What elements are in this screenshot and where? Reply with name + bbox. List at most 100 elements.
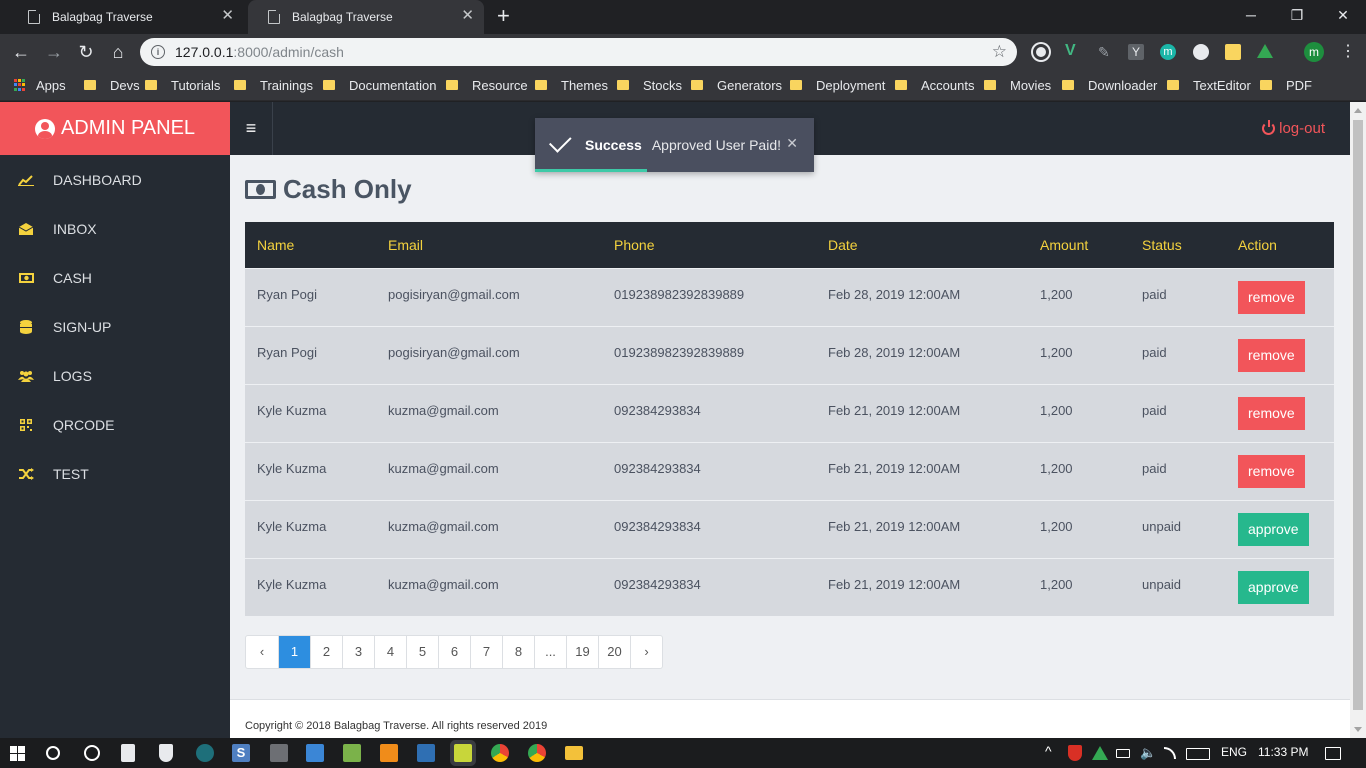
- column-header-status[interactable]: Status: [1130, 222, 1226, 268]
- tab-close-icon[interactable]: ✕: [461, 8, 474, 24]
- keyboard-icon[interactable]: [1186, 748, 1210, 760]
- hamburger-menu-icon[interactable]: ≡: [230, 102, 273, 155]
- sidebar-item-sign-up[interactable]: SIGN-UP: [0, 302, 230, 351]
- remove-button[interactable]: remove: [1238, 396, 1305, 430]
- mercury-icon[interactable]: m: [1160, 44, 1176, 60]
- clock[interactable]: 11:33 PM: [1258, 745, 1308, 759]
- sidebar-item-cash[interactable]: CASH: [0, 253, 230, 302]
- bookmark-folder[interactable]: Trainings: [234, 76, 313, 94]
- file-explorer-icon[interactable]: [565, 746, 583, 760]
- bookmark-folder[interactable]: Deployment: [790, 76, 885, 94]
- pagination-page[interactable]: 3: [342, 636, 374, 668]
- approve-button[interactable]: approve: [1238, 570, 1309, 604]
- pagination-page[interactable]: 19: [566, 636, 598, 668]
- volume-icon[interactable]: 🔈: [1140, 745, 1156, 761]
- restore-icon[interactable]: ❐: [1274, 0, 1320, 30]
- brand[interactable]: ADMIN PANEL: [0, 102, 230, 155]
- pagination-page-current[interactable]: 1: [278, 636, 310, 668]
- address-bar[interactable]: i 127.0.0.1:8000/admin/cash ☆: [140, 38, 1017, 66]
- wifi-icon[interactable]: [1164, 747, 1176, 759]
- mysql-workbench-icon[interactable]: [417, 744, 435, 762]
- google-drive-icon[interactable]: [1092, 746, 1108, 760]
- speedometer-icon[interactable]: [1193, 44, 1209, 60]
- bookmark-apps[interactable]: Apps: [14, 76, 66, 94]
- windows-start-icon[interactable]: [10, 746, 25, 761]
- remove-button[interactable]: remove: [1238, 280, 1305, 314]
- bookmark-folder[interactable]: Accounts: [895, 76, 974, 94]
- scroll-up-icon[interactable]: [1354, 108, 1362, 113]
- shield-icon[interactable]: [159, 744, 173, 762]
- eyedropper-icon[interactable]: ✎: [1098, 44, 1114, 60]
- sidebar-item-logs[interactable]: LOGS: [0, 351, 230, 400]
- pagination-page[interactable]: 8: [502, 636, 534, 668]
- forward-icon[interactable]: →: [42, 40, 66, 64]
- chrome-icon[interactable]: [528, 744, 546, 762]
- profile-avatar[interactable]: m: [1304, 42, 1324, 62]
- notepad-plus-icon[interactable]: [343, 744, 361, 762]
- scroll-down-icon[interactable]: [1354, 727, 1362, 732]
- minimize-icon[interactable]: ─: [1228, 0, 1274, 30]
- antivirus-icon[interactable]: [1068, 745, 1082, 761]
- pagination-next[interactable]: ›: [630, 636, 662, 668]
- pagination-prev[interactable]: ‹: [246, 636, 278, 668]
- pagination-page[interactable]: 6: [438, 636, 470, 668]
- bookmark-folder[interactable]: Documentation: [323, 76, 436, 94]
- toast-close-icon[interactable]: ✕: [786, 135, 798, 152]
- scrollbar-thumb[interactable]: [1353, 120, 1363, 710]
- battery-icon[interactable]: [1116, 749, 1130, 758]
- pagination-page[interactable]: 20: [598, 636, 630, 668]
- bookmark-folder[interactable]: PDF: [1260, 76, 1312, 94]
- reload-icon[interactable]: ↻: [74, 40, 98, 64]
- tab-close-icon[interactable]: ✕: [221, 8, 234, 24]
- new-tab-icon[interactable]: +: [497, 4, 510, 28]
- browser-tab-active[interactable]: Balagbag Traverse ✕: [248, 0, 484, 34]
- bookmark-folder[interactable]: Resource: [446, 76, 528, 94]
- search-icon[interactable]: [46, 746, 60, 760]
- approve-button[interactable]: approve: [1238, 512, 1309, 546]
- bookmark-folder[interactable]: Stocks: [617, 76, 682, 94]
- sidebar-item-inbox[interactable]: INBOX: [0, 204, 230, 253]
- bookmark-folder[interactable]: Themes: [535, 76, 608, 94]
- ycombinator-icon[interactable]: Y: [1128, 44, 1144, 60]
- extension-icon[interactable]: [1033, 44, 1049, 60]
- menu-kebab-icon[interactable]: ⋮: [1336, 40, 1360, 64]
- bookmark-folder[interactable]: Generators: [691, 76, 782, 94]
- home-icon[interactable]: ⌂: [106, 40, 130, 64]
- chrome-icon[interactable]: [491, 744, 509, 762]
- network-app-icon[interactable]: [196, 744, 214, 762]
- desktop-app-icon[interactable]: [306, 744, 324, 762]
- pagination-page[interactable]: 5: [406, 636, 438, 668]
- site-info-icon[interactable]: i: [151, 45, 165, 59]
- remove-button[interactable]: remove: [1238, 338, 1305, 372]
- sidebar-item-dashboard[interactable]: DASHBOARD: [0, 155, 230, 204]
- bookmark-folder[interactable]: Tutorials: [145, 76, 220, 94]
- remove-button[interactable]: remove: [1238, 454, 1305, 488]
- chevron-up-icon[interactable]: ^: [1045, 743, 1052, 759]
- column-header-name[interactable]: Name: [245, 222, 376, 268]
- pagination-page[interactable]: 7: [470, 636, 502, 668]
- cortana-icon[interactable]: [84, 745, 100, 761]
- sublime-merge-icon[interactable]: S: [232, 744, 250, 762]
- sublime-text-icon[interactable]: [380, 744, 398, 762]
- column-header-phone[interactable]: Phone: [602, 222, 816, 268]
- notes-icon[interactable]: [1225, 44, 1241, 60]
- notifications-icon[interactable]: [1325, 747, 1341, 760]
- pagination-page[interactable]: 2: [310, 636, 342, 668]
- bookmark-folder[interactable]: Devs: [84, 76, 140, 94]
- bookmark-star-icon[interactable]: ☆: [992, 42, 1007, 62]
- bookmark-folder[interactable]: TextEditor: [1167, 76, 1251, 94]
- browser-tab[interactable]: Balagbag Traverse ✕: [8, 0, 244, 34]
- column-header-email[interactable]: Email: [376, 222, 602, 268]
- logout-link[interactable]: log-out: [1262, 120, 1325, 137]
- calculator-icon[interactable]: [121, 744, 135, 762]
- media-player-icon[interactable]: [454, 744, 472, 762]
- language-indicator[interactable]: ENG: [1221, 745, 1247, 759]
- bookmark-folder[interactable]: Movies: [984, 76, 1051, 94]
- close-window-icon[interactable]: ✕: [1320, 0, 1366, 30]
- game-app-icon[interactable]: [270, 744, 288, 762]
- bookmark-folder[interactable]: Downloader: [1062, 76, 1157, 94]
- sidebar-item-qrcode[interactable]: QRCODE: [0, 400, 230, 449]
- address-url[interactable]: 127.0.0.1:8000/admin/cash: [175, 44, 344, 60]
- vue-devtools-icon[interactable]: V: [1065, 43, 1081, 59]
- column-header-date[interactable]: Date: [816, 222, 1028, 268]
